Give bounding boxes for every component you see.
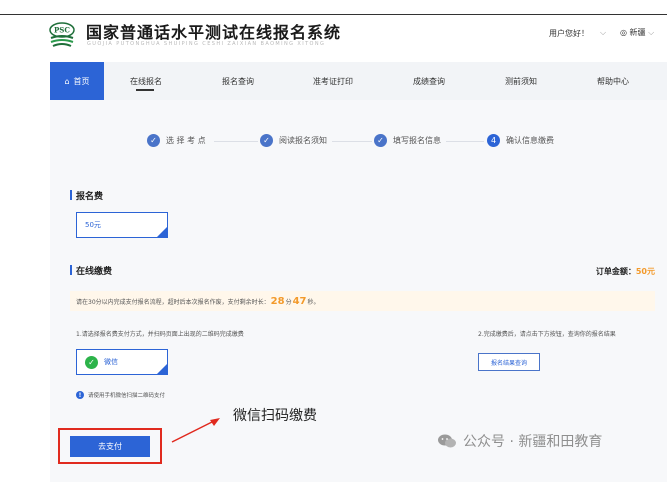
nav-help-center[interactable]: 帮助中心: [597, 62, 629, 100]
selected-corner-icon: [156, 363, 167, 374]
countdown-minutes: 28: [270, 295, 285, 307]
step-read-notice: ✓ 阅读报名须知: [260, 134, 327, 147]
pay-button[interactable]: 去支付: [70, 436, 150, 457]
check-icon: ✓: [374, 134, 387, 147]
nav-registration-query[interactable]: 报名查询: [222, 62, 254, 100]
order-total: 订单金额：50元: [596, 266, 655, 277]
nav-admission-ticket[interactable]: 准考证打印: [313, 62, 353, 100]
nav-score-query[interactable]: 成绩查询: [413, 62, 445, 100]
check-icon: ✓: [85, 355, 98, 369]
check-icon: ✓: [260, 134, 273, 147]
selected-corner-icon: [156, 226, 167, 237]
region-label: 新疆: [629, 28, 646, 37]
psc-logo: PSC: [49, 22, 75, 47]
watermark-text: 公众号 · 新疆和田教育: [463, 434, 603, 450]
step-label: 确认信息缴费: [506, 136, 554, 145]
site-title: 国家普通话水平测试在线报名系统: [86, 23, 342, 42]
page: PSC 国家普通话水平测试在线报名系统 GUOJIA PUTONGHUA SHU…: [0, 0, 667, 482]
payment-instruction-left: 1.请选择报名费支付方式，并扫码页面上出现的二维码完成缴费: [76, 331, 244, 338]
step-label: 阅读报名须知: [279, 136, 327, 145]
section-marker: [70, 190, 72, 200]
step-connector: [214, 141, 258, 142]
step-label: 填写报名信息: [393, 136, 441, 145]
site-subtitle: GUOJIA PUTONGHUA SHUIPING CESHI ZAIXIAN …: [87, 41, 326, 47]
section-marker: [70, 265, 72, 275]
countdown-prefix: 请在30分以内完成支付报名流程，超时后本次报名作废，支付剩余时长：: [76, 298, 270, 306]
info-message: ! 请使用手机微信扫描二维码支付: [76, 391, 165, 399]
step-connector: [332, 141, 372, 142]
home-icon: ⌂: [64, 76, 70, 86]
annotation-arrow-icon: [171, 418, 220, 443]
fee-amount-option[interactable]: 50元: [76, 212, 168, 238]
nav-active-indicator: [136, 89, 154, 91]
site-header: PSC 国家普通话水平测试在线报名系统 GUOJIA PUTONGHUA SHU…: [0, 0, 667, 62]
query-result-button[interactable]: 报名结果查询: [478, 353, 540, 371]
watermark: 公众号 · 新疆和田教育: [437, 431, 602, 451]
logo-text: PSC: [54, 26, 70, 35]
step-connector: [446, 141, 484, 142]
check-icon: ✓: [147, 134, 160, 147]
step-select-site: ✓ 选 择 考 点: [147, 134, 206, 147]
nav-pretest-notice[interactable]: 测前须知: [505, 62, 537, 100]
nav-home-label: 首页: [73, 76, 90, 86]
info-text: 请使用手机微信扫描二维码支付: [88, 393, 166, 399]
annotation-label: 微信扫码缴费: [233, 408, 317, 424]
fee-amount: 50元: [85, 221, 101, 229]
region-selector[interactable]: ◎ 新疆 ⌵: [620, 27, 654, 38]
order-total-label: 订单金额：: [595, 267, 636, 276]
step-confirm-pay: 4 确认信息缴费: [487, 134, 554, 147]
minutes-unit: 分: [285, 298, 292, 306]
countdown-seconds: 47: [292, 295, 307, 307]
nav-home[interactable]: ⌂ 首页: [50, 62, 104, 100]
location-icon: ◎: [620, 28, 627, 37]
header-top-rule: [0, 14, 667, 15]
user-greeting[interactable]: 用户您好！: [549, 28, 589, 39]
step-label: 选 择 考 点: [166, 136, 206, 145]
payment-instruction-right: 2.完成缴费后，请点击下方按钮，查询你的报名结果: [478, 331, 616, 338]
seconds-unit: 秒。: [307, 298, 320, 306]
fee-section-title: 报名费: [76, 192, 104, 202]
wechat-label: 微信: [104, 358, 118, 366]
order-total-amount: 50元: [635, 267, 655, 276]
wechat-logo-icon: [438, 434, 456, 448]
step-number: 4: [487, 134, 500, 147]
payment-section-title: 在线缴费: [76, 267, 113, 277]
wechat-pay-option[interactable]: ✓ 微信: [76, 349, 168, 375]
step-fill-info: ✓ 填写报名信息: [374, 134, 441, 147]
chevron-down-icon: ⌵: [648, 28, 655, 37]
info-icon: !: [76, 391, 84, 399]
countdown-tip: 请在30分以内完成支付报名流程，超时后本次报名作废，支付剩余时长： 28 分 4…: [70, 291, 655, 311]
nav-online-registration[interactable]: 在线报名: [130, 62, 162, 100]
chevron-down-icon[interactable]: ⌵: [600, 28, 606, 38]
